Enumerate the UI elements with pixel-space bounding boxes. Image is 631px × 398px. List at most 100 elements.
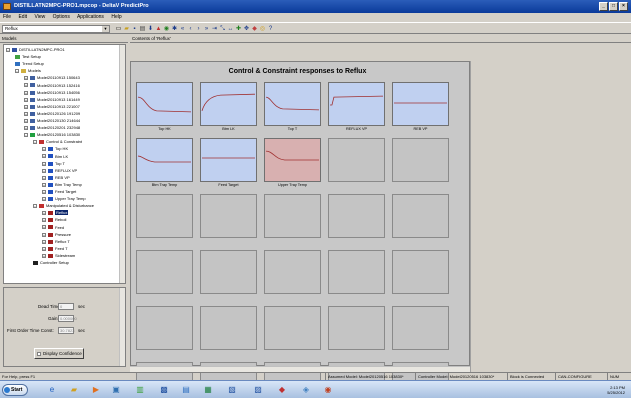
empty-response-cell[interactable] xyxy=(392,138,449,182)
expand-icon[interactable]: + xyxy=(24,111,28,116)
expand-icon[interactable]: + xyxy=(24,90,28,95)
expand-icon[interactable]: + xyxy=(42,168,46,173)
window-title-bar[interactable]: DISTILLATN2MPC-PRO1.mpcop - DeltaV Predi… xyxy=(0,0,631,13)
empty-response-cell[interactable] xyxy=(136,194,193,238)
tree-item[interactable]: + Upper Tray Temp xyxy=(42,196,86,201)
tree-item[interactable]: Trend Setup xyxy=(15,61,44,66)
tree-item[interactable]: + Model20110913 154056 xyxy=(24,90,80,95)
expand-icon[interactable]: + xyxy=(24,76,28,81)
tree-item[interactable]: + REB VP xyxy=(42,175,70,180)
empty-response-cell[interactable] xyxy=(392,194,449,238)
menu-view[interactable]: View xyxy=(34,14,45,20)
collapse-icon[interactable]: − xyxy=(15,69,19,74)
tree-item[interactable]: + Model20120130 214644 xyxy=(24,118,80,123)
add-icon[interactable]: ✚ xyxy=(235,25,242,33)
collapse-icon[interactable]: − xyxy=(6,47,10,52)
response-chart-cell[interactable] xyxy=(392,82,449,126)
expand-icon[interactable]: + xyxy=(42,175,46,180)
expand-icon[interactable]: + xyxy=(42,197,46,202)
empty-response-cell[interactable] xyxy=(392,306,449,350)
media-icon[interactable]: ▶ xyxy=(88,383,104,397)
empty-response-cell[interactable] xyxy=(328,250,385,294)
start-button[interactable]: Start xyxy=(2,384,28,396)
tree-item[interactable]: − Control & Constraint xyxy=(33,139,82,144)
empty-response-cell[interactable] xyxy=(200,306,257,350)
empty-response-cell[interactable] xyxy=(136,306,193,350)
plot-icon[interactable]: ▲ xyxy=(155,25,162,33)
app3-icon[interactable]: ▤ xyxy=(178,383,194,397)
empty-response-cell[interactable] xyxy=(264,306,321,350)
app5-icon[interactable]: ▧ xyxy=(224,383,240,397)
tree-item[interactable]: + Btm Tray Temp xyxy=(42,182,82,187)
expand-icon[interactable]: + xyxy=(24,104,28,109)
folder-icon[interactable]: ▰ xyxy=(66,383,82,397)
fit-icon[interactable]: ⤡ xyxy=(219,25,226,33)
empty-response-cell[interactable] xyxy=(264,250,321,294)
predictpro-taskbar-icon[interactable]: ◉ xyxy=(320,383,336,397)
save-icon[interactable]: ▪ xyxy=(131,25,138,33)
menu-edit[interactable]: Edit xyxy=(18,14,27,20)
expand-icon[interactable]: + xyxy=(24,83,28,88)
tree-item[interactable]: − DISTILLATN2MPC-PRO1 xyxy=(6,47,65,52)
clock[interactable]: 2:13 PM 5/25/2012 xyxy=(607,385,625,395)
tree-item[interactable]: + Model20110913 150643 xyxy=(24,75,80,80)
expand-icon[interactable]: + xyxy=(42,161,46,166)
help-icon[interactable]: ? xyxy=(267,25,274,33)
app8-icon[interactable]: ◈ xyxy=(298,383,314,397)
expand-icon[interactable]: + xyxy=(42,147,46,152)
empty-response-cell[interactable] xyxy=(200,250,257,294)
expand-icon[interactable]: + xyxy=(42,189,46,194)
app2-icon[interactable]: ▩ xyxy=(156,383,172,397)
tree-item[interactable]: + Model20110913 161449 xyxy=(24,97,80,102)
expand-icon[interactable]: + xyxy=(42,232,46,237)
collapse-icon[interactable]: − xyxy=(33,140,37,145)
tree-item[interactable]: + Feed T xyxy=(42,246,68,251)
tree-item[interactable]: + Model20120126 191209 xyxy=(24,111,80,116)
gain-field[interactable]: 0.000000 xyxy=(58,315,77,322)
tree-item[interactable]: − Manipulated & Disturbance xyxy=(33,203,94,208)
empty-response-cell[interactable] xyxy=(328,138,385,182)
expand-icon[interactable]: + xyxy=(42,218,46,223)
response-chart-cell[interactable] xyxy=(136,138,193,182)
tree-item[interactable]: Test Setup xyxy=(15,54,41,59)
variable-select[interactable]: Reflux ▼ xyxy=(2,25,110,33)
empty-response-cell[interactable] xyxy=(328,194,385,238)
response-chart-cell[interactable] xyxy=(328,82,385,126)
download-icon[interactable]: ⬇ xyxy=(147,25,154,33)
app6-icon[interactable]: ▨ xyxy=(250,383,266,397)
explorer-icon[interactable]: ▣ xyxy=(108,383,124,397)
maximize-button[interactable]: □ xyxy=(609,2,618,11)
chevron-down-icon[interactable]: ▼ xyxy=(102,26,109,32)
response-chart-cell[interactable] xyxy=(136,82,193,126)
empty-response-cell[interactable] xyxy=(328,306,385,350)
range-icon[interactable]: ↔ xyxy=(227,25,234,33)
tree-item[interactable]: + REFLUX VP xyxy=(42,168,77,173)
tree-item[interactable]: + Reflux T xyxy=(42,239,70,244)
menu-applications[interactable]: Applications xyxy=(77,14,104,20)
empty-response-cell[interactable] xyxy=(200,194,257,238)
collapse-icon[interactable]: − xyxy=(33,204,37,209)
model-tree[interactable]: Controller Setup + Sidestream + Feed T + Reflu… xyxy=(3,44,126,284)
empty-response-cell[interactable] xyxy=(136,250,193,294)
display-confidence-toggle[interactable]: Display Confidence xyxy=(34,348,84,359)
minimize-button[interactable]: _ xyxy=(599,2,608,11)
empty-response-cell[interactable] xyxy=(264,194,321,238)
expand-icon[interactable]: + xyxy=(42,182,46,187)
response-chart-cell[interactable] xyxy=(200,82,257,126)
ie-icon[interactable]: e xyxy=(44,383,60,397)
time-constant-field[interactable]: 30.7823 xyxy=(58,327,74,334)
dead-time-field[interactable]: 0 xyxy=(58,303,74,310)
tree-item[interactable]: + Model20110913 221007 xyxy=(24,104,80,109)
tree-item[interactable]: + Sidestream xyxy=(42,253,75,258)
last-icon[interactable]: » xyxy=(203,25,210,33)
config-icon[interactable]: ◆ xyxy=(251,25,258,33)
print-icon[interactable]: ▤ xyxy=(139,25,146,33)
response-chart-cell[interactable] xyxy=(200,138,257,182)
next-icon[interactable]: › xyxy=(195,25,202,33)
response-chart-cell[interactable] xyxy=(264,138,321,182)
expand-icon[interactable]: + xyxy=(42,253,46,258)
expand-icon[interactable]: + xyxy=(42,246,46,251)
open-icon[interactable]: ▰ xyxy=(123,25,130,33)
step-icon[interactable]: ◎ xyxy=(259,25,266,33)
menu-help[interactable]: Help xyxy=(111,14,121,20)
